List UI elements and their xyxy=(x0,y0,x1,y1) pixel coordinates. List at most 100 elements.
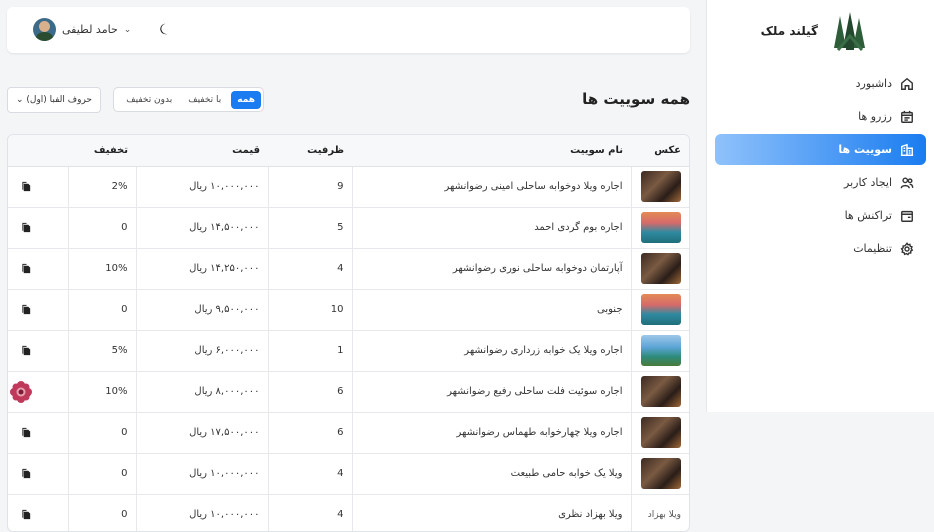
row-actions xyxy=(8,427,60,438)
edit-icon[interactable] xyxy=(8,427,9,438)
column-header-actions xyxy=(8,135,68,167)
cell-capacity: 1 xyxy=(267,330,352,372)
cell-capacity: 6 xyxy=(267,412,352,454)
suite-photo[interactable] xyxy=(641,376,681,407)
edit-icon[interactable] xyxy=(8,304,9,315)
edit-icon[interactable] xyxy=(8,222,9,233)
column-header-discount: تخفیف xyxy=(68,135,136,167)
suite-photo[interactable] xyxy=(641,294,681,325)
cell-discount: 0 xyxy=(67,494,136,531)
copy-icon[interactable] xyxy=(21,222,32,233)
cell-capacity: 10 xyxy=(267,289,352,331)
cell-photo xyxy=(630,371,689,413)
suite-photo[interactable] xyxy=(641,212,681,243)
home-icon xyxy=(901,77,913,90)
sidebar-item-label: سوییت ها xyxy=(838,143,892,156)
edit-icon[interactable] xyxy=(8,181,9,192)
cell-discount: 0 xyxy=(67,289,136,331)
sidebar-item-suites[interactable]: سوییت ها xyxy=(715,134,926,165)
chevron-down-icon[interactable]: ⌄ xyxy=(124,25,132,35)
cell-discount: 10% xyxy=(67,371,136,413)
copy-icon[interactable] xyxy=(21,181,32,192)
chevron-down-icon: ⌄ xyxy=(16,95,24,105)
moon-icon[interactable] xyxy=(158,22,172,36)
brand[interactable]: گیلند ملک xyxy=(761,10,872,52)
cell-actions xyxy=(8,207,68,249)
cell-capacity: 5 xyxy=(267,207,352,249)
cell-name: ویلا یک خوابه حامی طبیعت xyxy=(351,453,631,495)
gear-icon xyxy=(900,241,914,256)
row-actions xyxy=(8,304,60,315)
building-icon xyxy=(900,143,914,156)
cell-photo xyxy=(630,166,689,208)
cell-name: اجاره سوئیت فلت ساحلی رفیع رضوانشهر xyxy=(351,371,631,413)
sidebar-item-create-user[interactable]: ایجاد کاربر xyxy=(715,167,926,198)
column-header-name: نام سوییت xyxy=(352,135,631,167)
filter-all-button[interactable]: همه xyxy=(231,90,261,109)
cell-actions xyxy=(8,248,68,290)
sidebar-item-label: تنظیمات xyxy=(853,242,892,255)
suite-photo[interactable] xyxy=(641,458,681,489)
filter-no-discount-button[interactable]: بدون تخفیف xyxy=(120,91,178,109)
cell-photo: ویلا بهزاد xyxy=(630,494,689,531)
table-row: ویلا بهزاد ویلا بهزاد نظری 4 ۱۰,۰۰۰,۰۰۰ … xyxy=(8,494,689,531)
table-row: اجاره بوم گردی احمد 5 ۱۴,۵۰۰,۰۰۰ ریال 0 xyxy=(8,207,689,249)
cell-discount: 0 xyxy=(67,453,136,495)
suite-photo[interactable] xyxy=(641,171,681,202)
suite-photo[interactable] xyxy=(641,335,681,366)
cell-price: ۱۰,۰۰۰,۰۰۰ ریال xyxy=(135,494,268,531)
row-actions xyxy=(8,181,60,192)
cell-capacity: 4 xyxy=(267,248,352,290)
sidebar-item-reservations[interactable]: رزرو ها xyxy=(715,101,926,132)
table-row: ویلا یک خوابه حامی طبیعت 4 ۱۰,۰۰۰,۰۰۰ ری… xyxy=(8,453,689,495)
sidebar-item-transactions[interactable]: تراکنش ها xyxy=(715,200,926,231)
copy-icon[interactable] xyxy=(21,263,32,274)
row-actions xyxy=(8,263,60,274)
cell-photo xyxy=(630,289,689,331)
sidebar-item-settings[interactable]: تنظیمات xyxy=(715,233,926,264)
row-actions xyxy=(8,509,60,520)
cell-name: اجاره بوم گردی احمد xyxy=(351,207,631,249)
sidebar-item-label: داشبورد xyxy=(855,77,892,90)
edit-icon[interactable] xyxy=(8,509,9,520)
suites-table: عکس نام سوییت ظرفیت قیمت تخفیف اجاره ویل… xyxy=(7,134,690,532)
sidebar: گیلند ملک داشبورد رزرو ها سوییت ها ایجاد… xyxy=(706,0,934,412)
user-menu[interactable]: حامد لطیفی ⌄ xyxy=(33,18,131,41)
column-header-photo: عکس xyxy=(631,135,689,167)
sidebar-nav: داشبورد رزرو ها سوییت ها ایجاد کاربر ترا… xyxy=(715,68,926,266)
suite-photo[interactable] xyxy=(641,417,681,448)
edit-icon[interactable] xyxy=(8,468,9,479)
copy-icon[interactable] xyxy=(21,304,32,315)
table-row: اجاره ویلا چهارخوابه طهماس رضوانشهر 6 ۱۷… xyxy=(8,412,689,454)
edit-icon[interactable] xyxy=(8,345,9,356)
cell-capacity: 4 xyxy=(267,453,352,495)
cell-discount: 0 xyxy=(67,207,136,249)
calendar-icon xyxy=(901,110,913,123)
row-actions xyxy=(8,222,60,233)
copy-icon[interactable] xyxy=(21,427,32,438)
cell-discount: 2% xyxy=(67,166,136,208)
edit-icon[interactable] xyxy=(8,263,9,274)
cell-actions xyxy=(8,166,68,208)
suite-photo[interactable] xyxy=(641,253,681,284)
cell-actions xyxy=(8,330,68,372)
cell-photo xyxy=(630,453,689,495)
cell-photo xyxy=(630,330,689,372)
column-header-capacity: ظرفیت xyxy=(268,135,352,167)
sidebar-item-dashboard[interactable]: داشبورد xyxy=(715,68,926,99)
avatar[interactable] xyxy=(33,18,56,41)
flower-icon[interactable] xyxy=(9,380,33,404)
copy-icon[interactable] xyxy=(21,345,32,356)
table-row: آپارتمان دوخوابه ساحلی نوری رضوانشهر 4 ۱… xyxy=(8,248,689,290)
copy-icon[interactable] xyxy=(21,509,32,520)
cell-name: اجاره ویلا یک خوابه زرداری رضوانشهر xyxy=(351,330,631,372)
copy-icon[interactable] xyxy=(21,468,32,479)
table-header-row: عکس نام سوییت ظرفیت قیمت تخفیف xyxy=(8,135,689,167)
cell-capacity: 4 xyxy=(267,494,352,531)
sort-select[interactable]: حروف الفبا (اول) ⌄ xyxy=(7,87,101,113)
cell-discount: 10% xyxy=(67,248,136,290)
sort-select-value: حروف الفبا (اول) xyxy=(26,95,92,105)
cell-actions xyxy=(8,289,68,331)
filter-with-discount-button[interactable]: با تخفیف xyxy=(182,91,227,109)
cell-price: ۹,۵۰۰,۰۰۰ ریال xyxy=(135,289,268,331)
